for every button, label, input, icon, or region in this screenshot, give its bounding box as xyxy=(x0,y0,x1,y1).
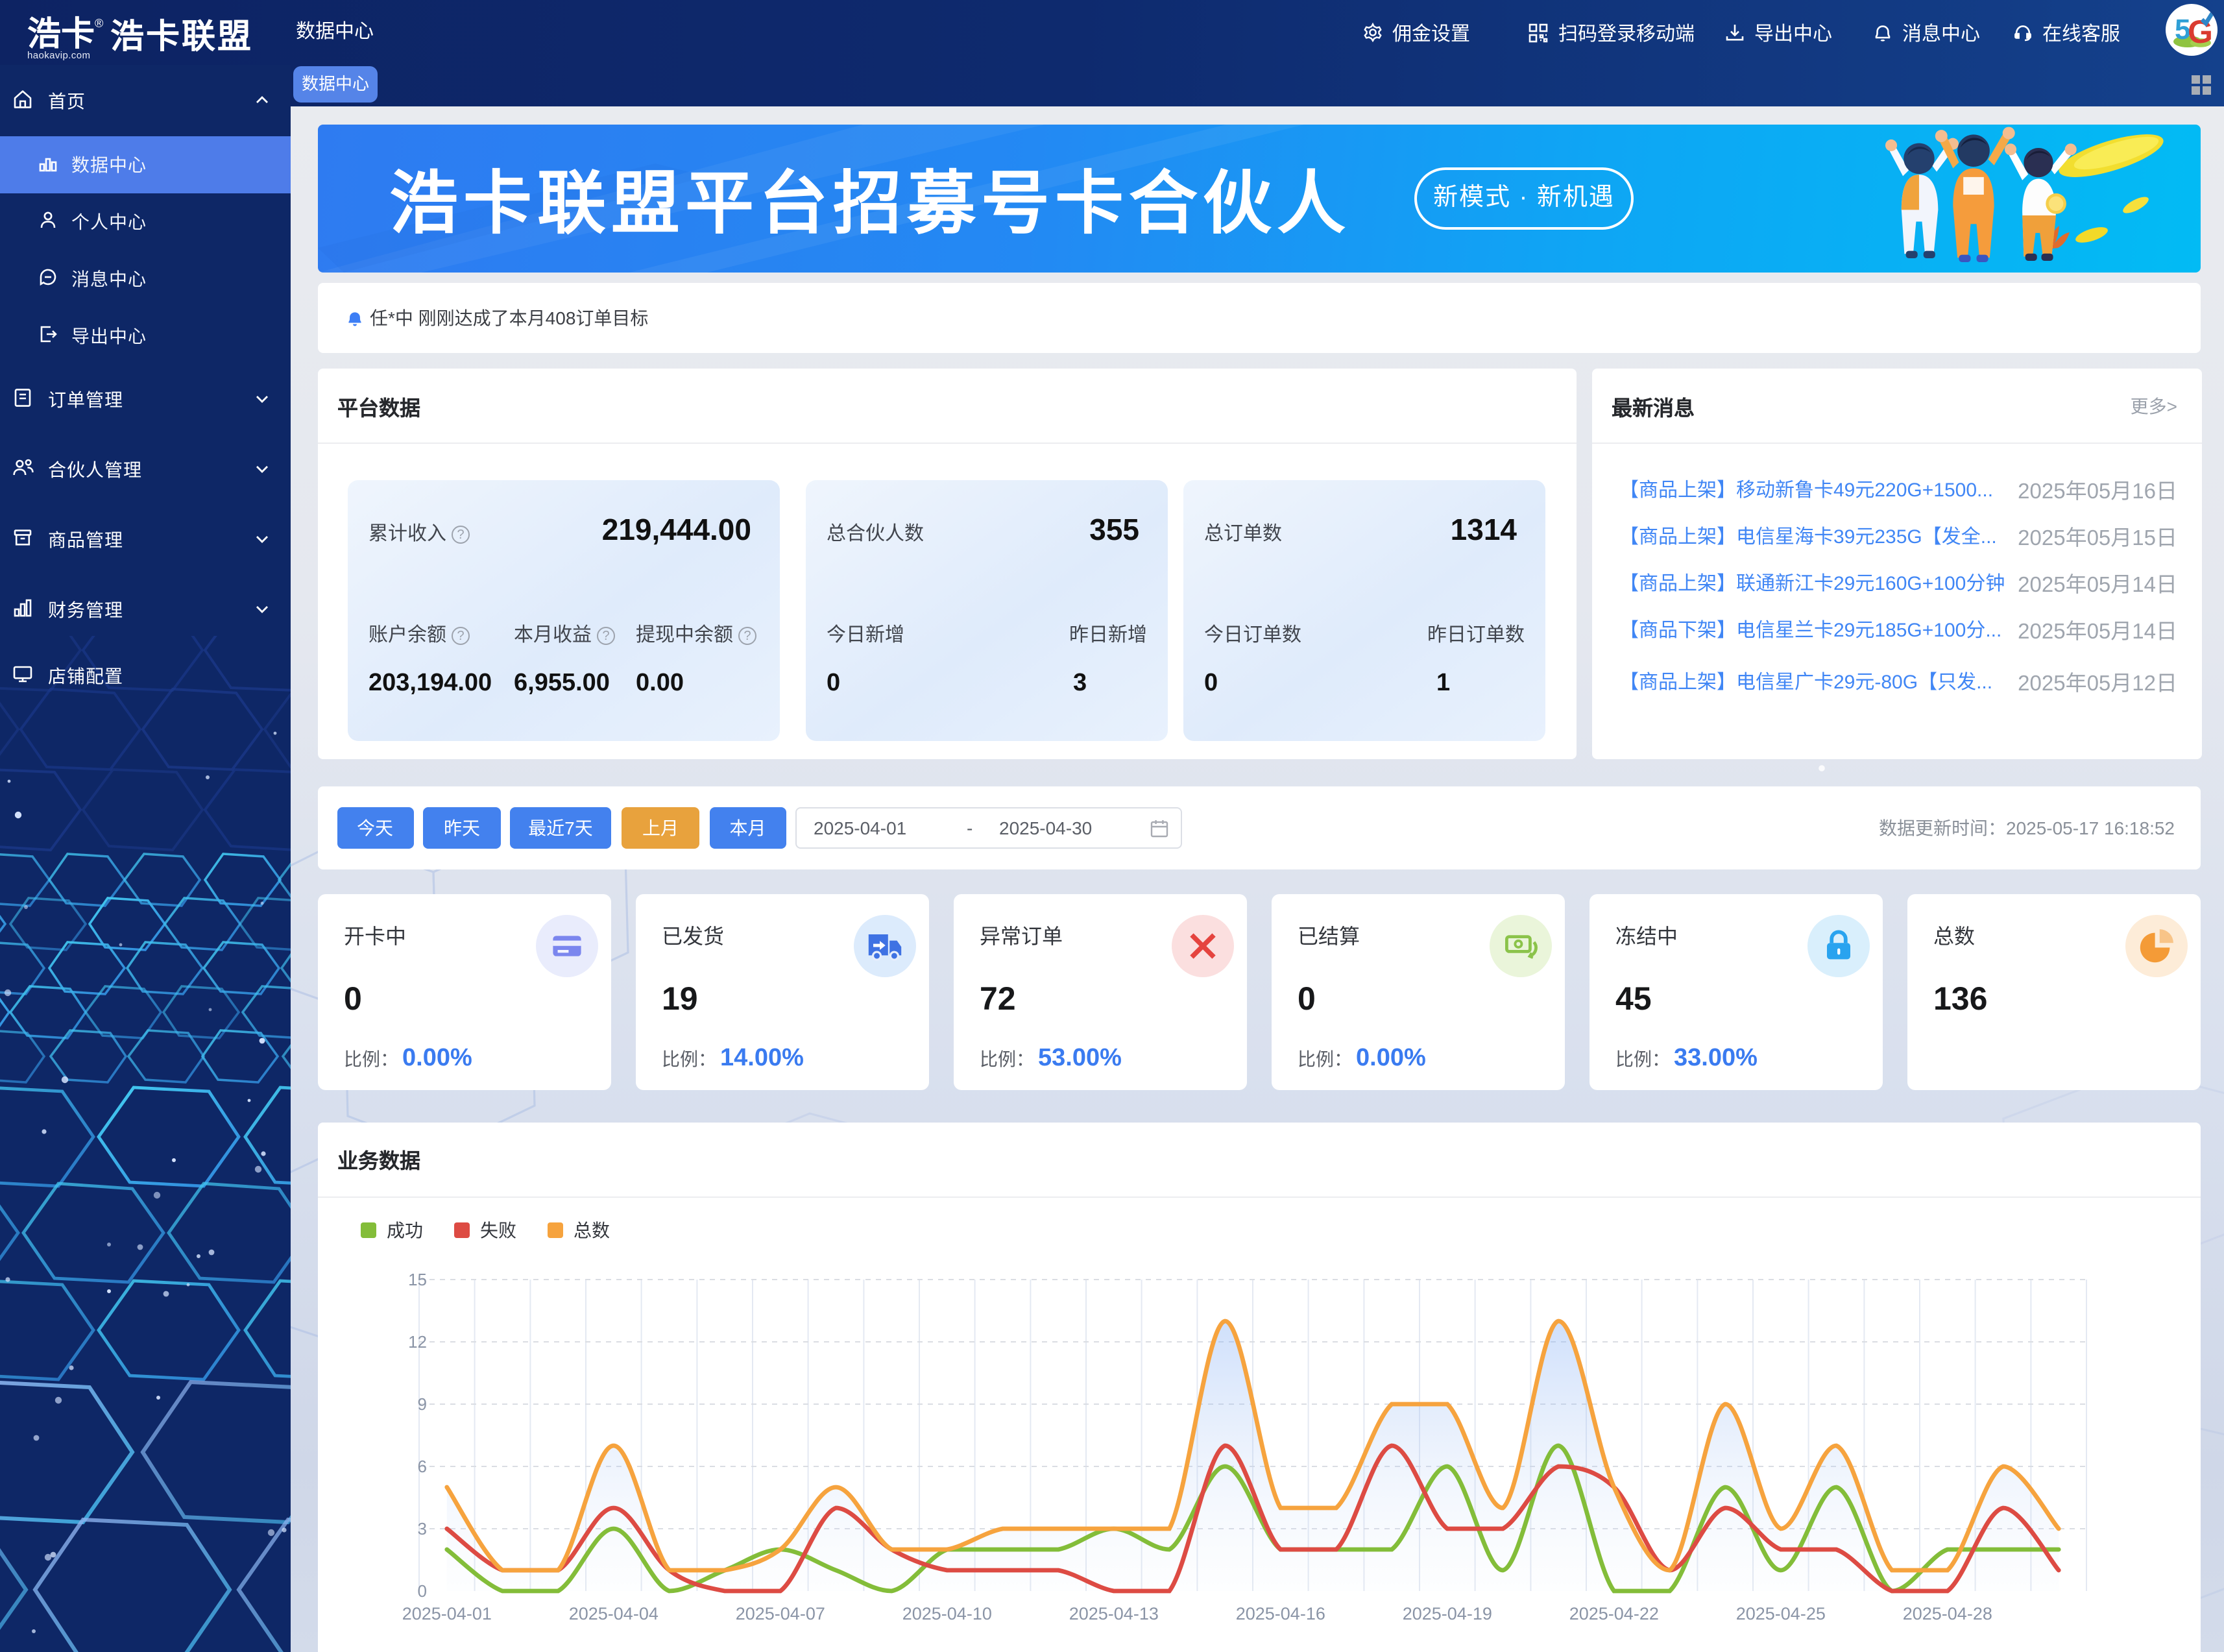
svg-text:2025-04-04: 2025-04-04 xyxy=(569,1603,659,1623)
svg-text:2025-04-13: 2025-04-13 xyxy=(1069,1603,1159,1623)
svg-text:2025-04-25: 2025-04-25 xyxy=(1736,1603,1826,1623)
svg-text:12: 12 xyxy=(408,1331,427,1351)
svg-text:2025-04-28: 2025-04-28 xyxy=(1903,1603,1992,1623)
svg-text:2025-04-10: 2025-04-10 xyxy=(902,1603,992,1623)
svg-text:3: 3 xyxy=(418,1518,427,1538)
svg-text:2025-04-19: 2025-04-19 xyxy=(1403,1603,1492,1623)
svg-text:2025-04-16: 2025-04-16 xyxy=(1236,1603,1325,1623)
svg-text:2025-04-22: 2025-04-22 xyxy=(1569,1603,1659,1623)
svg-text:2025-04-07: 2025-04-07 xyxy=(736,1603,825,1623)
svg-text:9: 9 xyxy=(418,1394,427,1413)
svg-text:2025-04-01: 2025-04-01 xyxy=(402,1603,492,1623)
svg-text:6: 6 xyxy=(418,1456,427,1476)
svg-text:0: 0 xyxy=(418,1581,427,1600)
svg-text:15: 15 xyxy=(408,1269,427,1289)
